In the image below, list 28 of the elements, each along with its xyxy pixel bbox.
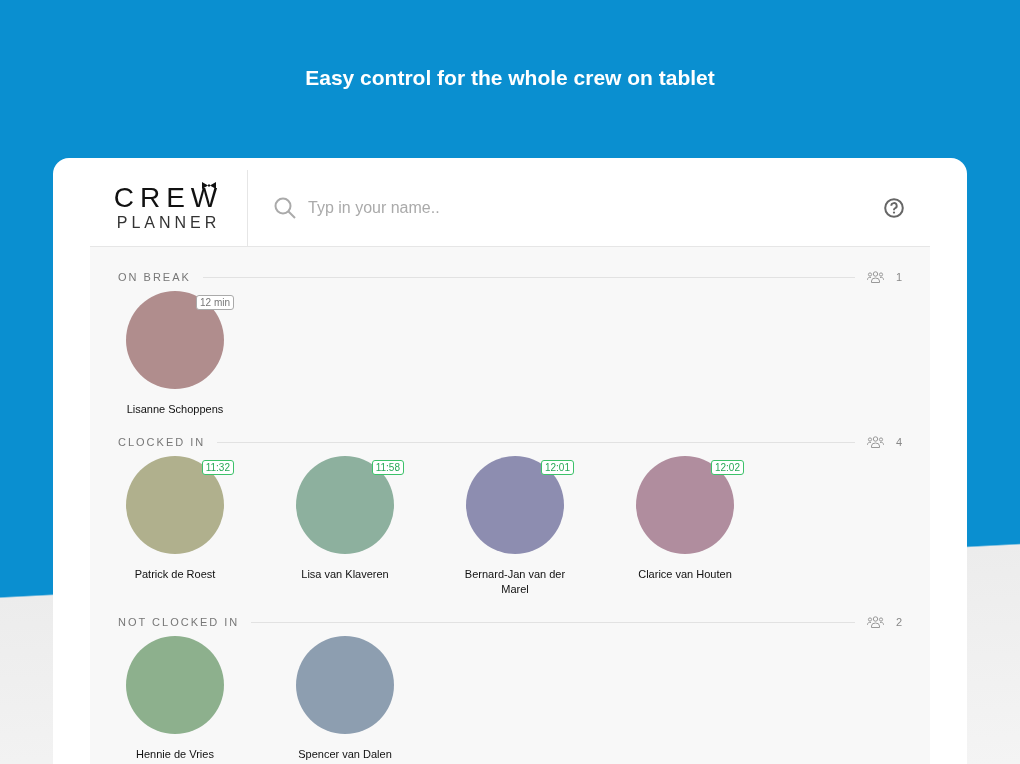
bow-tie-icon bbox=[202, 182, 217, 189]
person-name: Clarice van Houten bbox=[637, 567, 733, 582]
people-icon bbox=[866, 271, 884, 283]
people-icon bbox=[866, 616, 884, 628]
section-title: CLOCKED IN bbox=[118, 436, 206, 448]
headline: Easy control for the whole crew on tablet bbox=[305, 66, 715, 90]
time-badge: 11:58 bbox=[371, 460, 404, 475]
people-icon bbox=[866, 436, 884, 448]
logo-word: PLANNER bbox=[116, 214, 221, 232]
person-name: Patrick de Roest bbox=[133, 567, 217, 582]
member-count: 1 bbox=[895, 271, 902, 283]
section-title: ON BREAK bbox=[118, 271, 191, 283]
person-name: Hennie de Vries bbox=[135, 747, 215, 762]
time-badge: 12:02 bbox=[710, 460, 744, 475]
member-count: 2 bbox=[895, 616, 902, 628]
search-field[interactable]: Typ in your name.. bbox=[306, 198, 874, 218]
member-count: 4 bbox=[895, 436, 902, 448]
search-icon bbox=[274, 197, 296, 219]
person-name: Bernard-Jan van der Marel bbox=[463, 567, 567, 597]
person-name: Lisanne Schoppens bbox=[125, 402, 225, 417]
time-badge: 12 min bbox=[196, 295, 234, 310]
time-badge: 12:01 bbox=[540, 460, 574, 475]
help-button[interactable] bbox=[884, 198, 904, 218]
logo-word: CREW bbox=[113, 184, 224, 212]
section-title: NOT CLOCKED IN bbox=[118, 616, 240, 628]
person-name: Spencer van Dalen bbox=[297, 747, 393, 762]
person-name: Lisa van Klaveren bbox=[300, 567, 390, 582]
time-badge: 11:32 bbox=[201, 460, 234, 475]
